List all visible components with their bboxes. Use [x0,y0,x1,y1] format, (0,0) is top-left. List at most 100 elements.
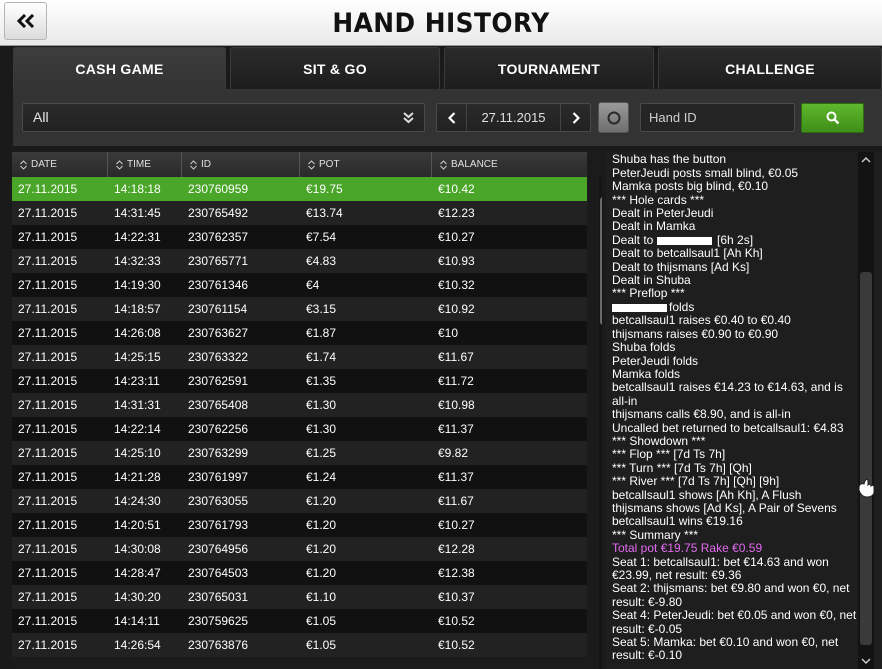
log-line-text: Dealt in Mamka [612,219,696,234]
hand-id-input[interactable] [640,103,795,132]
table-row[interactable]: 27.11.2015 14:28:47 230764503 €1.20 €12.38 [12,561,587,585]
column-header-time[interactable]: TIME [108,152,182,177]
cell-time: 14:18:57 [114,302,161,316]
column-label: DATE [31,159,57,170]
hand-log-text: *** Blinds and button ***Shuba has the b… [612,152,862,663]
log-line: Dealt to betcallsaul1 [Ah Kh] [612,247,862,260]
search-button[interactable] [801,103,864,133]
sort-icon [190,159,197,170]
log-line-text: *** Turn *** [7d Ts 7h] [Qh] [612,460,752,475]
scroll-up-arrow-icon[interactable] [861,156,871,164]
cell-id: 230765408 [188,398,249,412]
cell-time: 14:25:15 [114,350,161,364]
cell-time: 14:14:11 [114,614,160,628]
cell-pot: €19.75 [306,182,343,196]
log-line: betcallsaul1 raises €0.40 to €0.40 [612,314,862,327]
next-date-button[interactable] [560,104,590,131]
table-row[interactable]: 27.11.2015 14:22:14 230762256 €1.30 €11.37 [12,417,587,441]
table-scrollbar[interactable] [599,177,602,669]
redacted-name [612,303,667,312]
log-line-text: thijsmans calls €8.90, and is all-in [612,407,791,422]
table-row[interactable]: 27.11.2015 14:26:08 230763627 €1.87 €10 [12,321,587,345]
table-row[interactable]: 27.11.2015 14:32:33 230765771 €4.83 €10.93 [12,249,587,273]
sort-icon [116,159,123,170]
tab-tournament[interactable]: TOURNAMENT [444,47,654,89]
cell-balance: €11.72 [438,374,474,388]
table-row[interactable]: 27.11.2015 14:24:30 230763055 €1.20 €11.67 [12,489,587,513]
log-line-text: *** Summary *** [612,527,699,542]
cell-date: 27.11.2015 [18,470,78,484]
log-line-text: Uncalled bet returned to betcallsaul1: €… [612,420,844,435]
table-row[interactable]: 27.11.2015 14:18:57 230761154 €3.15 €10.92 [12,297,587,321]
cell-time: 14:20:51 [114,518,161,532]
column-label: POT [319,159,340,170]
table-row[interactable]: 27.11.2015 14:20:51 230761793 €1.20 €10.27 [12,513,587,537]
column-header-id[interactable]: ID [182,152,300,177]
table-scrollbar-thumb[interactable] [600,197,602,325]
tab-challenge[interactable]: CHALLENGE [658,47,882,89]
log-line: *** Showdown *** [612,434,862,448]
cell-pot: €7.54 [306,230,337,244]
cell-date: 27.11.2015 [18,254,78,268]
cell-date: 27.11.2015 [18,446,78,460]
log-line-text: Seat 4: PeterJeudi: bet €0.05 and won €0… [612,608,857,636]
log-line-text: Dealt to thijsmans [Ad Ks] [612,259,750,274]
previous-date-button[interactable] [437,104,467,131]
cell-balance: €11.67 [438,350,474,364]
column-header-balance[interactable]: BALANCE [432,152,587,177]
cell-balance: €10 [438,326,459,340]
redacted-name [656,236,712,245]
cell-date: 27.11.2015 [18,182,78,196]
scroll-down-arrow-icon[interactable] [861,657,871,665]
log-line-text: Total pot €19.75 Rake €0.59 [612,541,763,556]
log-line: thijsmans shows [Ad Ks], A Pair of Seven… [612,501,862,515]
log-line: *** River *** [7d Ts 7h] [Qh] [9h] [612,474,862,488]
table-row[interactable]: 27.11.2015 14:31:45 230765492 €13.74 €12.23 [12,201,587,225]
log-line: Uncalled bet returned to betcallsaul1: €… [612,420,862,435]
log-line: Shuba has the button [612,153,862,166]
cell-time: 14:26:08 [114,326,161,340]
cell-id: 230762591 [188,374,249,388]
cell-pot: €1.10 [306,590,337,604]
cell-time: 14:31:45 [114,206,161,220]
table-row[interactable]: 27.11.2015 14:30:20 230765031 €1.10 €10.37 [12,585,587,609]
table-row[interactable]: 27.11.2015 14:31:31 230765408 €1.30 €10.98 [12,393,587,417]
log-line: PeterJeudi folds [612,354,862,368]
log-line: *** Hole cards *** [612,193,862,207]
game-filter-select[interactable]: All [22,103,425,132]
cell-time: 14:30:20 [114,590,161,604]
tab-cash-game[interactable]: CASH GAME [13,47,226,89]
table-row[interactable]: 27.11.2015 14:21:28 230761997 €1.24 €11.37 [12,465,587,489]
cell-id: 230765031 [188,590,249,604]
log-line-text: betcallsaul1 wins €19.16 [612,514,743,529]
table-row[interactable]: 27.11.2015 14:25:15 230763322 €1.74 €11.67 [12,345,587,369]
chevron-right-icon [572,111,580,124]
table-row[interactable]: 27.11.2015 14:23:11 230762591 €1.35 €11.72 [12,369,587,393]
table-row[interactable]: 27.11.2015 14:19:30 230761346 €4 €10.32 [12,273,587,297]
search-icon [826,111,839,125]
log-line-text: *** Flop *** [7d Ts 7h] [612,447,726,462]
column-header-pot[interactable]: POT [300,152,432,177]
tab-sit-and-go[interactable]: SIT & GO [230,47,440,89]
log-scrollbar[interactable] [858,152,874,669]
log-line: folds [612,300,862,314]
table-row[interactable]: 27.11.2015 14:14:11 230759625 €1.05 €10.52 [12,609,587,633]
log-line-text: PeterJeudi posts small blind, €0.05 [612,165,799,180]
table-row[interactable]: 27.11.2015 14:18:18 230760959 €19.75 €10.42 [12,177,587,201]
table-row[interactable]: 27.11.2015 14:25:10 230763299 €1.25 €9.82 [12,441,587,465]
sort-icon [440,159,447,170]
table-row[interactable]: 27.11.2015 14:26:54 230763876 €1.05 €10.52 [12,633,587,657]
date-value[interactable]: 27.11.2015 [467,104,560,131]
column-label: TIME [127,159,151,170]
cell-balance: €10.27 [438,230,475,244]
cell-pot: €1.05 [306,638,337,652]
refresh-button[interactable] [598,102,629,133]
cell-pot: €3.15 [306,302,337,316]
table-row[interactable]: 27.11.2015 14:22:31 230762357 €7.54 €10.27 [12,225,587,249]
log-line-text: Mamka folds [612,366,681,381]
column-header-date[interactable]: DATE [12,152,108,177]
table-row[interactable]: 27.11.2015 14:30:08 230764956 €1.20 €12.28 [12,537,587,561]
log-scrollbar-thumb[interactable] [860,272,872,645]
log-line-text: Mamka posts big blind, €0.10 [612,179,769,194]
cell-date: 27.11.2015 [18,422,78,436]
